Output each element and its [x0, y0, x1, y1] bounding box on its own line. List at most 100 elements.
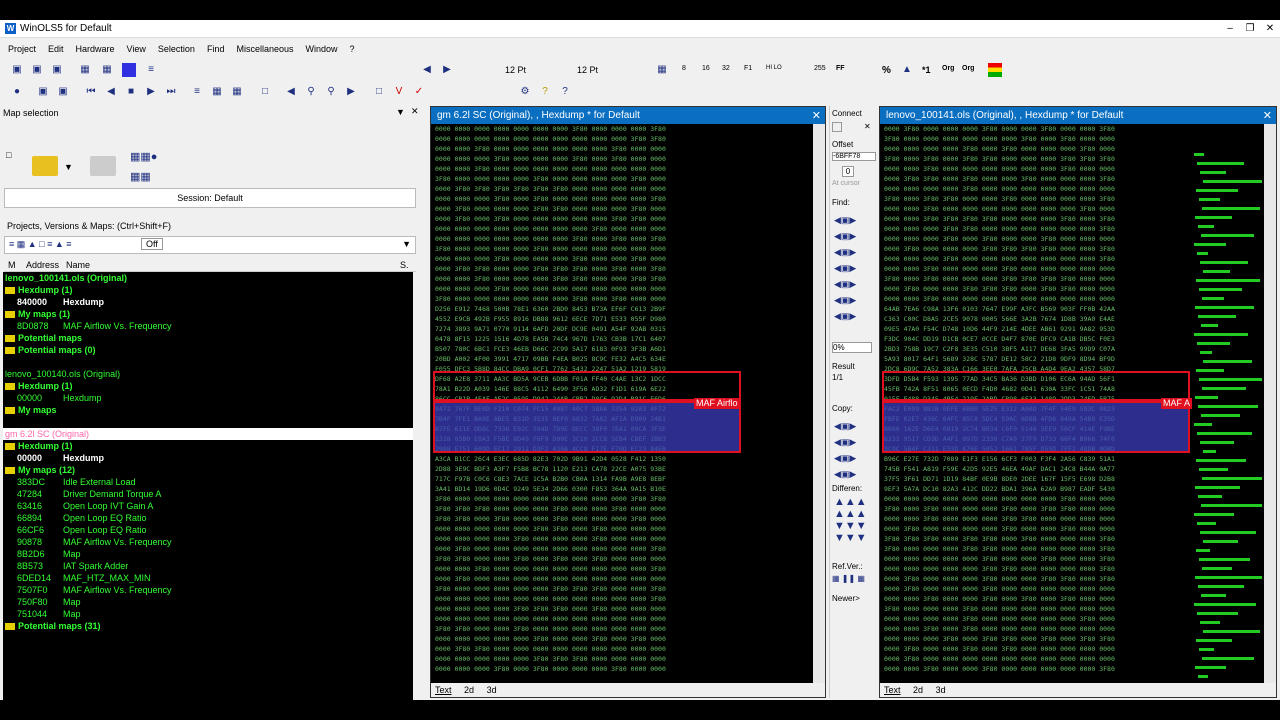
percent-select[interactable]: 0%	[832, 342, 872, 353]
tree-row[interactable]: Hexdump (1)	[3, 284, 413, 296]
hex-32[interactable]: 32	[722, 65, 730, 72]
help2-icon[interactable]: ?	[558, 85, 572, 99]
menu-item-selection[interactable]: Selection	[154, 42, 199, 56]
tree-row[interactable]: 383DC Idle External Load	[3, 476, 413, 488]
session-box[interactable]: Session: Default	[4, 188, 416, 208]
filter-icons[interactable]: ≡ ▦ ▲ □ ≡ ▲ ≡	[9, 239, 72, 250]
percent-icon[interactable]: %	[882, 65, 891, 76]
org-1[interactable]: Org	[942, 65, 954, 72]
window2-icon[interactable]: ▣	[56, 85, 70, 99]
stop-icon[interactable]: ■	[124, 85, 138, 99]
col-m[interactable]: M	[8, 260, 16, 270]
menu-item-project[interactable]: Project	[4, 42, 40, 56]
tree-row[interactable]: 66894 Open Loop EQ Ratio	[3, 512, 413, 524]
tree-row[interactable]	[3, 416, 413, 428]
connect-close-icon[interactable]: ✕	[864, 122, 871, 131]
next-icon[interactable]: ▶	[440, 63, 454, 77]
hex-right-scrollbar[interactable]	[1264, 124, 1276, 683]
left-icon[interactable]: ◀	[284, 85, 298, 99]
tree-row[interactable]: My maps	[3, 404, 413, 416]
hex-f1[interactable]: F1	[744, 65, 752, 72]
first-icon[interactable]: ⏮	[84, 85, 98, 99]
panel-close-icon[interactable]: ✕	[411, 106, 419, 117]
add-map2-icon[interactable]: ▦▦	[130, 170, 151, 183]
font-size-1[interactable]: 12 Pt	[505, 65, 526, 75]
import-icon[interactable]: ▦	[78, 63, 92, 77]
tree-row[interactable]: 750F80 Map	[3, 596, 413, 608]
connect-checkbox[interactable]	[832, 122, 842, 132]
tree-row[interactable]: Hexdump (1)	[3, 380, 413, 392]
grid-icon[interactable]: ▦	[655, 63, 669, 77]
hex-255[interactable]: 255	[814, 65, 826, 72]
hex-8[interactable]: 8	[682, 65, 686, 72]
check-icon[interactable]: ✓	[412, 85, 426, 99]
tree-row[interactable]: 7507F0 MAF Airflow Vs. Frequency	[3, 584, 413, 596]
flag-icon[interactable]	[988, 63, 1002, 77]
menu-item-edit[interactable]: Edit	[44, 42, 68, 56]
hex-left-tab-text[interactable]: Text	[435, 685, 452, 695]
open-folder-icon[interactable]	[32, 156, 58, 176]
hilo[interactable]: HI LO	[766, 65, 782, 71]
minimize-icon[interactable]: –	[1222, 22, 1238, 36]
tree-row[interactable]: 90878 MAF Airflow Vs. Frequency	[3, 536, 413, 548]
tree-row[interactable]: Potential maps	[3, 332, 413, 344]
hex-right-map-tag[interactable]: MAF A	[1161, 398, 1193, 409]
menu-item-view[interactable]: View	[123, 42, 150, 56]
tree-row[interactable]: gm 6.2l SC (Original)	[3, 428, 413, 440]
box-icon[interactable]: □	[372, 85, 386, 99]
menu-item-miscellaneous[interactable]: Miscellaneous	[232, 42, 297, 56]
back-icon[interactable]: ◀	[104, 85, 118, 99]
tree-row[interactable]: lenovo_100140.ols (Original)	[3, 368, 413, 380]
hex-left-scrollbar[interactable]	[813, 124, 825, 683]
col-s[interactable]: S.	[400, 260, 409, 270]
tree-row[interactable]: 63416 Open Loop IVT Gain A	[3, 500, 413, 512]
search-icon[interactable]: ⚲	[304, 85, 318, 99]
tree-row[interactable]	[3, 356, 413, 368]
tree-row[interactable]: lenovo_100141.ols (Original)	[3, 272, 413, 284]
new-doc-icon[interactable]: □	[6, 150, 22, 178]
tree-row[interactable]: 8B573 IAT Spark Adder	[3, 560, 413, 572]
tree-row[interactable]: 00000 Hexdump	[3, 392, 413, 404]
help-icon[interactable]: ?	[538, 85, 552, 99]
difference-arrows[interactable]: ▲▲▲ ▲▲▲ ▼▼▼ ▼▼▼	[834, 496, 878, 544]
frame-icon[interactable]: □	[258, 85, 272, 99]
menu-item-window[interactable]: Window	[301, 42, 341, 56]
right-icon[interactable]: ▶	[344, 85, 358, 99]
hex-ff[interactable]: FF	[836, 65, 845, 72]
gear-icon[interactable]: ⚙	[518, 85, 532, 99]
restore-icon[interactable]: ❐	[1242, 22, 1258, 36]
tree-row[interactable]: 47284 Driver Demand Torque A	[3, 488, 413, 500]
export-icon[interactable]: ▦	[100, 63, 114, 77]
at-cursor-button[interactable]: At cursor	[832, 180, 860, 187]
hex-left-tab-2d[interactable]: 2d	[464, 685, 474, 695]
refver-icons[interactable]: ▦ ❚❚ ▦	[832, 574, 865, 583]
find-arrows[interactable]: ◀▣▶ ◀▣▶ ◀▣▶ ◀▣▶ ◀▣▶ ◀▣▶ ◀▣▶	[834, 212, 878, 324]
folder-dropdown-icon[interactable]: ▼	[64, 162, 73, 172]
col-name[interactable]: Name	[66, 260, 90, 270]
hex-left-tab-3d[interactable]: 3d	[487, 685, 497, 695]
filter-off-button[interactable]: Off	[141, 238, 163, 250]
menu-item-find[interactable]: Find	[203, 42, 229, 56]
table-icon[interactable]: ▦	[230, 85, 244, 99]
hex-16[interactable]: 16	[702, 65, 710, 72]
hex-right-tab-text[interactable]: Text	[884, 685, 901, 695]
window-icon[interactable]: ▣	[36, 85, 50, 99]
tree-row[interactable]: My maps (12)	[3, 464, 413, 476]
save-icon[interactable]: ▣	[50, 63, 64, 77]
chip-icon[interactable]: ●	[10, 85, 24, 99]
tree-row[interactable]: 840000 Hexdump	[3, 296, 413, 308]
copy-arrows[interactable]: ◀▣▶ ◀▣▶ ◀▣▶ ◀▣▶	[834, 418, 878, 482]
tree-row[interactable]: 66CF6 Open Loop EQ Ratio	[3, 524, 413, 536]
prev-icon[interactable]: ◀	[420, 63, 434, 77]
menu-item-?[interactable]: ?	[346, 42, 359, 56]
tree-row[interactable]: My maps (1)	[3, 308, 413, 320]
tree-row[interactable]: 00000 Hexdump	[3, 452, 413, 464]
hex-right-tab-3d[interactable]: 3d	[936, 685, 946, 695]
newer-button[interactable]: Newer>	[832, 594, 860, 603]
tree-row[interactable]: Hexdump (1)	[3, 440, 413, 452]
hex-left-map-tag[interactable]: MAF Airflo	[694, 398, 740, 409]
hex-right-close-icon[interactable]: ✕	[1263, 109, 1272, 122]
tree-row[interactable]: Potential maps (0)	[3, 344, 413, 356]
hex-left-close-icon[interactable]: ✕	[812, 109, 821, 122]
add-map-icon[interactable]: ▦▦●	[130, 150, 157, 163]
